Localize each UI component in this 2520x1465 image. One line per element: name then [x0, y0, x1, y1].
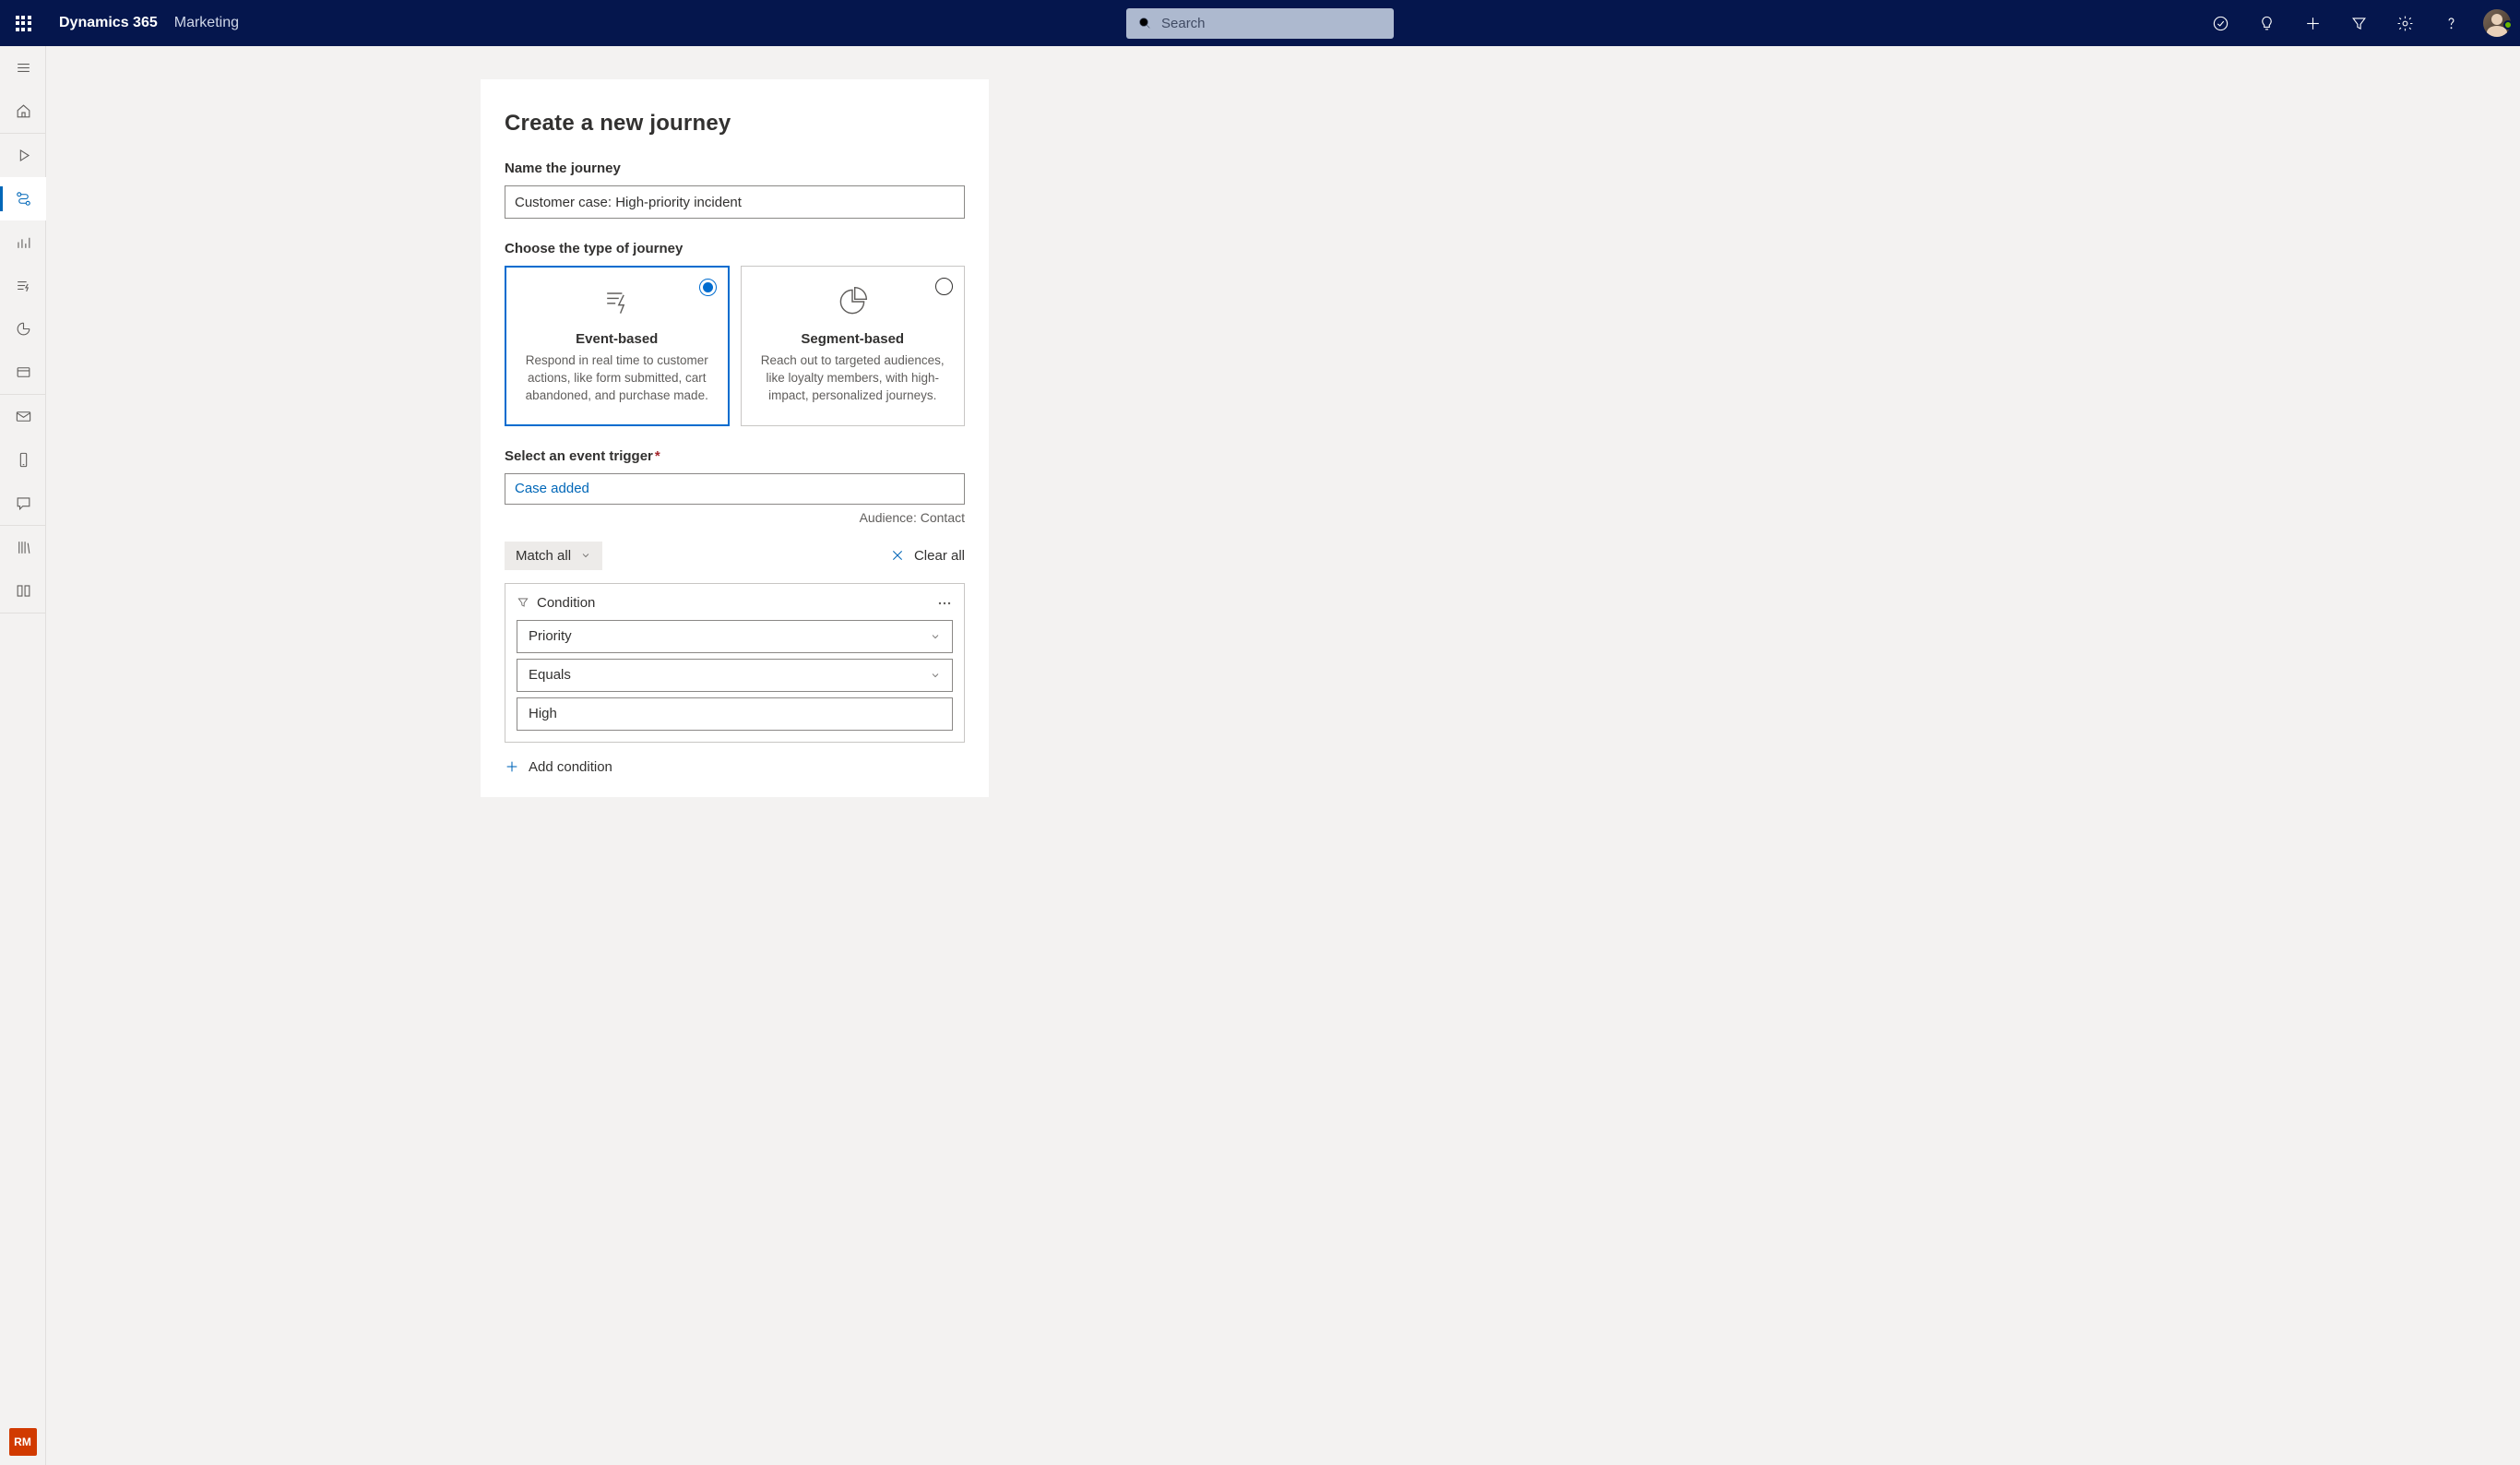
add-icon[interactable]	[2289, 0, 2336, 46]
condition-block: Condition Priority Equals High	[505, 583, 965, 743]
sidebar-item-home[interactable]	[0, 89, 46, 133]
sidebar-item-email[interactable]	[0, 395, 46, 438]
module-label: Marketing	[174, 15, 239, 31]
journey-type-event-based[interactable]: Event-based Respond in real time to cust…	[505, 266, 730, 426]
condition-value-input[interactable]: High	[517, 697, 953, 731]
condition-field-value: Priority	[529, 628, 572, 644]
help-icon[interactable]	[2428, 0, 2474, 46]
radio-selected-icon	[699, 279, 717, 296]
chevron-down-icon	[580, 550, 591, 561]
type-card-title: Segment-based	[760, 331, 946, 347]
app-launcher-button[interactable]	[0, 0, 46, 46]
type-card-title: Event-based	[524, 331, 710, 347]
match-mode-dropdown[interactable]: Match all	[505, 542, 602, 570]
type-field-label: Choose the type of journey	[505, 241, 965, 256]
condition-operator-value: Equals	[529, 667, 571, 683]
clear-all-label: Clear all	[914, 548, 965, 564]
radio-unselected-icon	[935, 278, 953, 295]
top-bar: Dynamics 365 Marketing Search	[0, 0, 2520, 46]
type-card-desc: Reach out to targeted audiences, like lo…	[760, 352, 946, 405]
sidebar-item-triggers[interactable]	[0, 264, 46, 307]
create-journey-panel: Create a new journey Name the journey Ch…	[481, 79, 989, 797]
event-based-icon	[524, 283, 710, 320]
chevron-down-icon	[930, 631, 941, 642]
area-switcher-button[interactable]: RM	[9, 1428, 37, 1456]
lightbulb-icon[interactable]	[2243, 0, 2289, 46]
condition-label: Condition	[537, 595, 595, 611]
more-horizontal-icon	[938, 601, 951, 605]
sidebar-item-chat[interactable]	[0, 482, 46, 525]
presence-indicator	[2503, 20, 2513, 30]
add-condition-button[interactable]: Add condition	[505, 759, 612, 775]
trigger-field-label: Select an event trigger*	[505, 448, 965, 464]
type-card-desc: Respond in real time to customer actions…	[524, 352, 710, 405]
add-condition-label: Add condition	[529, 759, 612, 775]
match-mode-label: Match all	[516, 548, 571, 564]
sidebar-item-library[interactable]	[0, 526, 46, 569]
sidebar-item-mobile[interactable]	[0, 438, 46, 482]
brand-label: Dynamics 365	[59, 15, 158, 31]
sidebar-item-get-started[interactable]	[0, 134, 46, 177]
condition-more-button[interactable]	[936, 595, 953, 612]
sidebar-item-assets[interactable]	[0, 351, 46, 394]
chevron-down-icon	[930, 670, 941, 681]
user-avatar-button[interactable]	[2474, 9, 2520, 37]
clear-all-button[interactable]: Clear all	[890, 548, 965, 564]
event-trigger-select[interactable]: Case added	[505, 473, 965, 505]
side-nav-rail: RM	[0, 46, 46, 1465]
panel-title: Create a new journey	[505, 111, 965, 137]
task-check-icon[interactable]	[2197, 0, 2243, 46]
condition-field-select[interactable]: Priority	[517, 620, 953, 653]
hamburger-menu-button[interactable]	[0, 46, 46, 89]
audience-hint: Audience: Contact	[505, 510, 965, 525]
journey-name-input[interactable]	[505, 185, 965, 219]
plus-icon	[505, 759, 519, 774]
search-input[interactable]: Search	[1126, 8, 1394, 39]
condition-operator-select[interactable]: Equals	[517, 659, 953, 692]
search-placeholder: Search	[1161, 16, 1206, 31]
segment-based-icon	[760, 283, 946, 320]
main-canvas: Create a new journey Name the journey Ch…	[46, 46, 2520, 1465]
condition-value-text: High	[529, 706, 557, 721]
name-field-label: Name the journey	[505, 161, 965, 176]
sidebar-item-forms[interactable]	[0, 569, 46, 613]
search-icon	[1137, 16, 1152, 30]
journey-type-segment-based[interactable]: Segment-based Reach out to targeted audi…	[741, 266, 966, 426]
sidebar-item-channels[interactable]	[0, 307, 46, 351]
filter-funnel-icon	[517, 596, 529, 609]
close-icon	[890, 548, 905, 563]
settings-gear-icon[interactable]	[2382, 0, 2428, 46]
filter-icon[interactable]	[2336, 0, 2382, 46]
sidebar-item-analytics[interactable]	[0, 220, 46, 264]
trigger-value: Case added	[515, 481, 589, 496]
sidebar-item-journeys[interactable]	[0, 177, 46, 220]
